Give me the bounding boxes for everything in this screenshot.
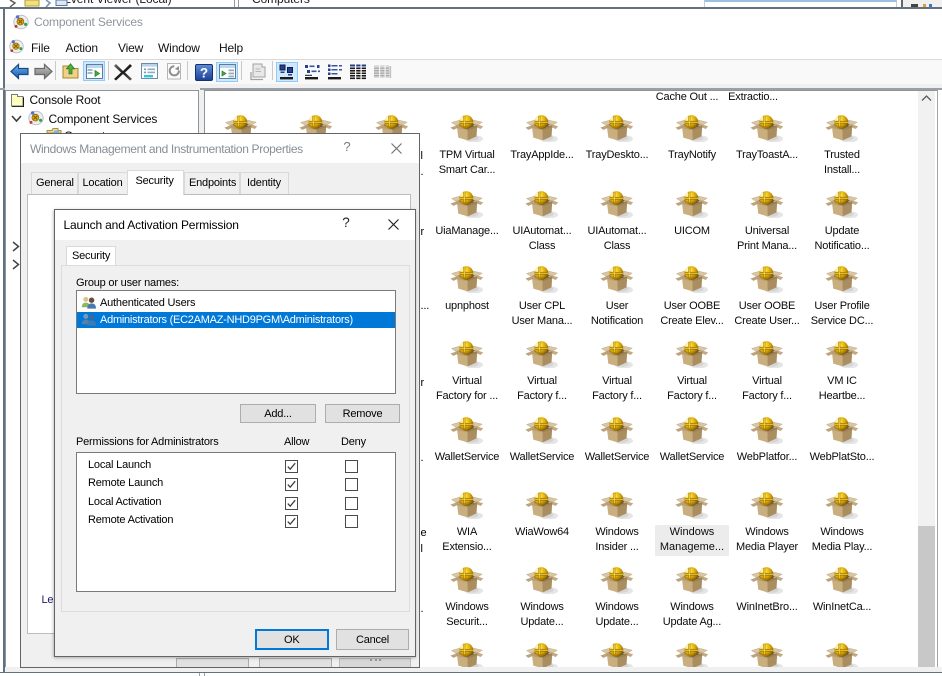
svg-text:?: ? [200, 65, 208, 80]
